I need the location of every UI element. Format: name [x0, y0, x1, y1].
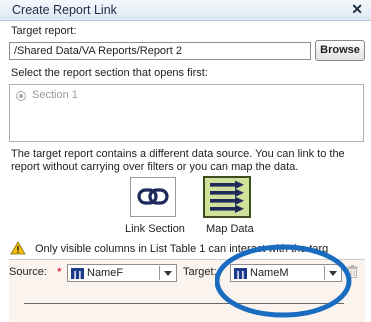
map-data-button[interactable] [203, 176, 251, 218]
table-column-icon [71, 268, 84, 279]
dialog-title: Create Report Link [12, 3, 117, 17]
map-arrows-icon [210, 180, 244, 213]
target-value: NameM [250, 267, 289, 279]
warning-triangle-icon [10, 241, 26, 255]
required-marker: * [57, 265, 62, 279]
browse-button[interactable]: Browse [315, 40, 365, 61]
source-label: Source: [9, 266, 47, 278]
source-select[interactable]: NameF [67, 264, 177, 282]
section-select-label: Select the report section that opens fir… [11, 67, 208, 79]
create-report-link-dialog: Create Report Link ✕ Target report: Brow… [0, 0, 371, 322]
trash-icon[interactable] [347, 265, 358, 278]
section-option-label[interactable]: Section 1 [32, 89, 78, 101]
target-select[interactable]: NameM [230, 264, 342, 282]
dialog-title-bar: Create Report Link ✕ [0, 0, 371, 21]
table-column-icon [234, 268, 247, 279]
map-data-label: Map Data [206, 223, 254, 235]
target-select-separator [324, 266, 325, 280]
warning-message: Only visible columns in List Table 1 can… [35, 243, 329, 255]
target-report-input[interactable] [9, 42, 311, 60]
chain-link-icon [137, 188, 169, 205]
link-section-button[interactable] [130, 177, 176, 217]
data-source-description: The target report contains a different d… [11, 148, 345, 173]
close-icon[interactable]: ✕ [351, 1, 363, 18]
section-radio[interactable] [16, 91, 26, 101]
link-section-label: Link Section [125, 223, 185, 235]
chevron-down-icon[interactable] [329, 271, 337, 276]
chevron-down-icon[interactable] [164, 271, 172, 276]
source-value: NameF [87, 267, 124, 279]
target-report-label: Target report: [11, 25, 77, 37]
mapping-divider [24, 303, 344, 304]
section-list: Section 1 [9, 84, 364, 142]
source-select-separator [159, 266, 160, 280]
target-label: Target: [183, 266, 217, 278]
